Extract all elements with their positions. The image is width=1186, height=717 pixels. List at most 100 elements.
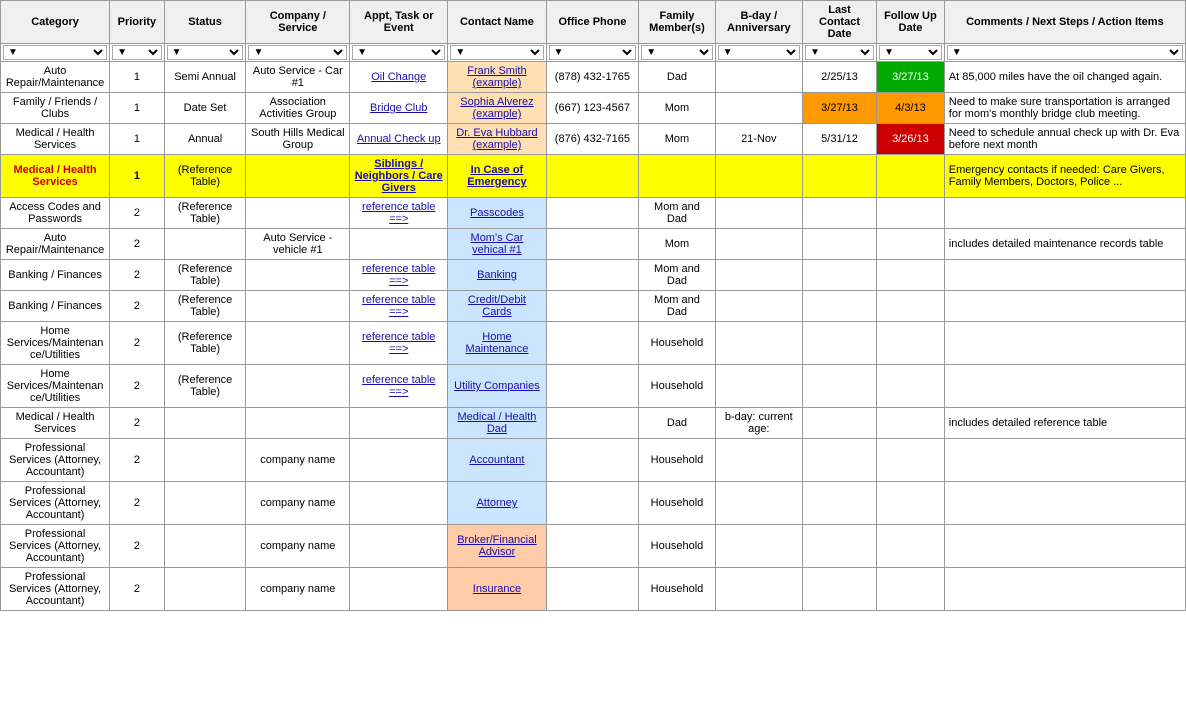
filter-status[interactable]: ▼ (167, 45, 244, 60)
cell-contact[interactable]: Utility Companies (448, 365, 546, 408)
cell-appt[interactable]: Siblings / Neighbors / Care Givers (350, 155, 448, 198)
table-row: Professional Services (Attorney, Account… (1, 568, 1186, 611)
table-row: Medical / Health Services2 Medical / Heal… (1, 408, 1186, 439)
cell-contact[interactable]: Medical / Health Dad (448, 408, 546, 439)
cell-bday: b-day: current age: (715, 408, 802, 439)
cell-priority: 2 (110, 408, 165, 439)
cell-comments (944, 260, 1185, 291)
cell-bday (715, 439, 802, 482)
filter-priority[interactable]: ▼ (112, 45, 162, 60)
cell-category: Professional Services (Attorney, Account… (1, 482, 110, 525)
cell-phone (546, 155, 639, 198)
cell-company (246, 365, 350, 408)
cell-bday (715, 62, 802, 93)
cell-phone (546, 482, 639, 525)
cell-contact[interactable]: Mom's Car vehical #1 (448, 229, 546, 260)
cell-phone (546, 260, 639, 291)
cell-appt[interactable]: reference table ==> (350, 291, 448, 322)
cell-bday (715, 322, 802, 365)
cell-contact[interactable]: Home Maintenance (448, 322, 546, 365)
cell-contact[interactable]: Accountant (448, 439, 546, 482)
cell-family: Mom (639, 229, 715, 260)
cell-contact[interactable]: Attorney (448, 482, 546, 525)
cell-status: Semi Annual (164, 62, 246, 93)
cell-appt[interactable]: reference table ==> (350, 365, 448, 408)
cell-contact[interactable]: Insurance (448, 568, 546, 611)
filter-phone[interactable]: ▼ (549, 45, 637, 60)
cell-appt[interactable]: Bridge Club (350, 93, 448, 124)
cell-last-contact (802, 408, 876, 439)
cell-phone (546, 291, 639, 322)
cell-appt[interactable]: Annual Check up (350, 124, 448, 155)
table-row: Professional Services (Attorney, Account… (1, 482, 1186, 525)
cell-last-contact: 5/31/12 (802, 124, 876, 155)
cell-follow-up (877, 525, 945, 568)
cell-status: (Reference Table) (164, 198, 246, 229)
cell-company (246, 322, 350, 365)
filter-family[interactable]: ▼ (641, 45, 712, 60)
cell-appt[interactable]: reference table ==> (350, 260, 448, 291)
table-row: Professional Services (Attorney, Account… (1, 439, 1186, 482)
cell-last-contact (802, 229, 876, 260)
cell-follow-up: 4/3/13 (877, 93, 945, 124)
cell-family: Household (639, 482, 715, 525)
cell-appt[interactable]: reference table ==> (350, 198, 448, 229)
main-table: Category Priority Status Company / Servi… (0, 0, 1186, 611)
cell-appt (350, 568, 448, 611)
cell-status (164, 482, 246, 525)
col-header-company: Company / Service (246, 1, 350, 44)
filter-category[interactable]: ▼ (3, 45, 107, 60)
cell-contact[interactable]: Broker/Financial Advisor (448, 525, 546, 568)
table-row: Banking / Finances2(Reference Table)refe… (1, 260, 1186, 291)
table-row: Auto Repair/Maintenance1Semi AnnualAuto … (1, 62, 1186, 93)
filter-company[interactable]: ▼ (248, 45, 347, 60)
cell-comments (944, 525, 1185, 568)
table-row: Family / Friends / Clubs1Date SetAssocia… (1, 93, 1186, 124)
cell-status: (Reference Table) (164, 155, 246, 198)
table-row: Access Codes and Passwords2(Reference Ta… (1, 198, 1186, 229)
cell-contact[interactable]: Banking (448, 260, 546, 291)
filter-bday[interactable]: ▼ (718, 45, 800, 60)
cell-family: Household (639, 439, 715, 482)
cell-status: (Reference Table) (164, 291, 246, 322)
filter-appt[interactable]: ▼ (352, 45, 445, 60)
cell-bday (715, 482, 802, 525)
cell-follow-up: 3/26/13 (877, 124, 945, 155)
cell-phone (546, 525, 639, 568)
cell-appt[interactable]: Oil Change (350, 62, 448, 93)
cell-priority: 2 (110, 525, 165, 568)
filter-comments[interactable]: ▼ (947, 45, 1183, 60)
table-row: Medical / Health Services1AnnualSouth Hi… (1, 124, 1186, 155)
cell-category: Medical / Health Services (1, 408, 110, 439)
cell-family: Household (639, 568, 715, 611)
col-header-comments: Comments / Next Steps / Action Items (944, 1, 1185, 44)
cell-status (164, 525, 246, 568)
cell-company (246, 198, 350, 229)
cell-contact[interactable]: In Case of Emergency (448, 155, 546, 198)
filter-contact[interactable]: ▼ (450, 45, 543, 60)
cell-comments (944, 365, 1185, 408)
col-header-status: Status (164, 1, 246, 44)
col-header-bday: B-day / Anniversary (715, 1, 802, 44)
cell-contact[interactable]: Credit/Debit Cards (448, 291, 546, 322)
cell-status: Annual (164, 124, 246, 155)
cell-bday (715, 260, 802, 291)
cell-bday (715, 155, 802, 198)
cell-category: Access Codes and Passwords (1, 198, 110, 229)
cell-category: Home Services/Maintenance/Utilities (1, 322, 110, 365)
cell-contact[interactable]: Frank Smith (example) (448, 62, 546, 93)
cell-family (639, 155, 715, 198)
filter-followup[interactable]: ▼ (879, 45, 942, 60)
cell-follow-up (877, 229, 945, 260)
cell-priority: 2 (110, 365, 165, 408)
cell-contact[interactable]: Dr. Eva Hubbard (example) (448, 124, 546, 155)
cell-status: (Reference Table) (164, 260, 246, 291)
cell-contact[interactable]: Sophia Alverez (example) (448, 93, 546, 124)
cell-contact[interactable]: Passcodes (448, 198, 546, 229)
cell-last-contact: 3/27/13 (802, 93, 876, 124)
cell-comments (944, 439, 1185, 482)
cell-category: Auto Repair/Maintenance (1, 62, 110, 93)
filter-lastcontact[interactable]: ▼ (805, 45, 874, 60)
cell-appt[interactable]: reference table ==> (350, 322, 448, 365)
cell-priority: 2 (110, 439, 165, 482)
